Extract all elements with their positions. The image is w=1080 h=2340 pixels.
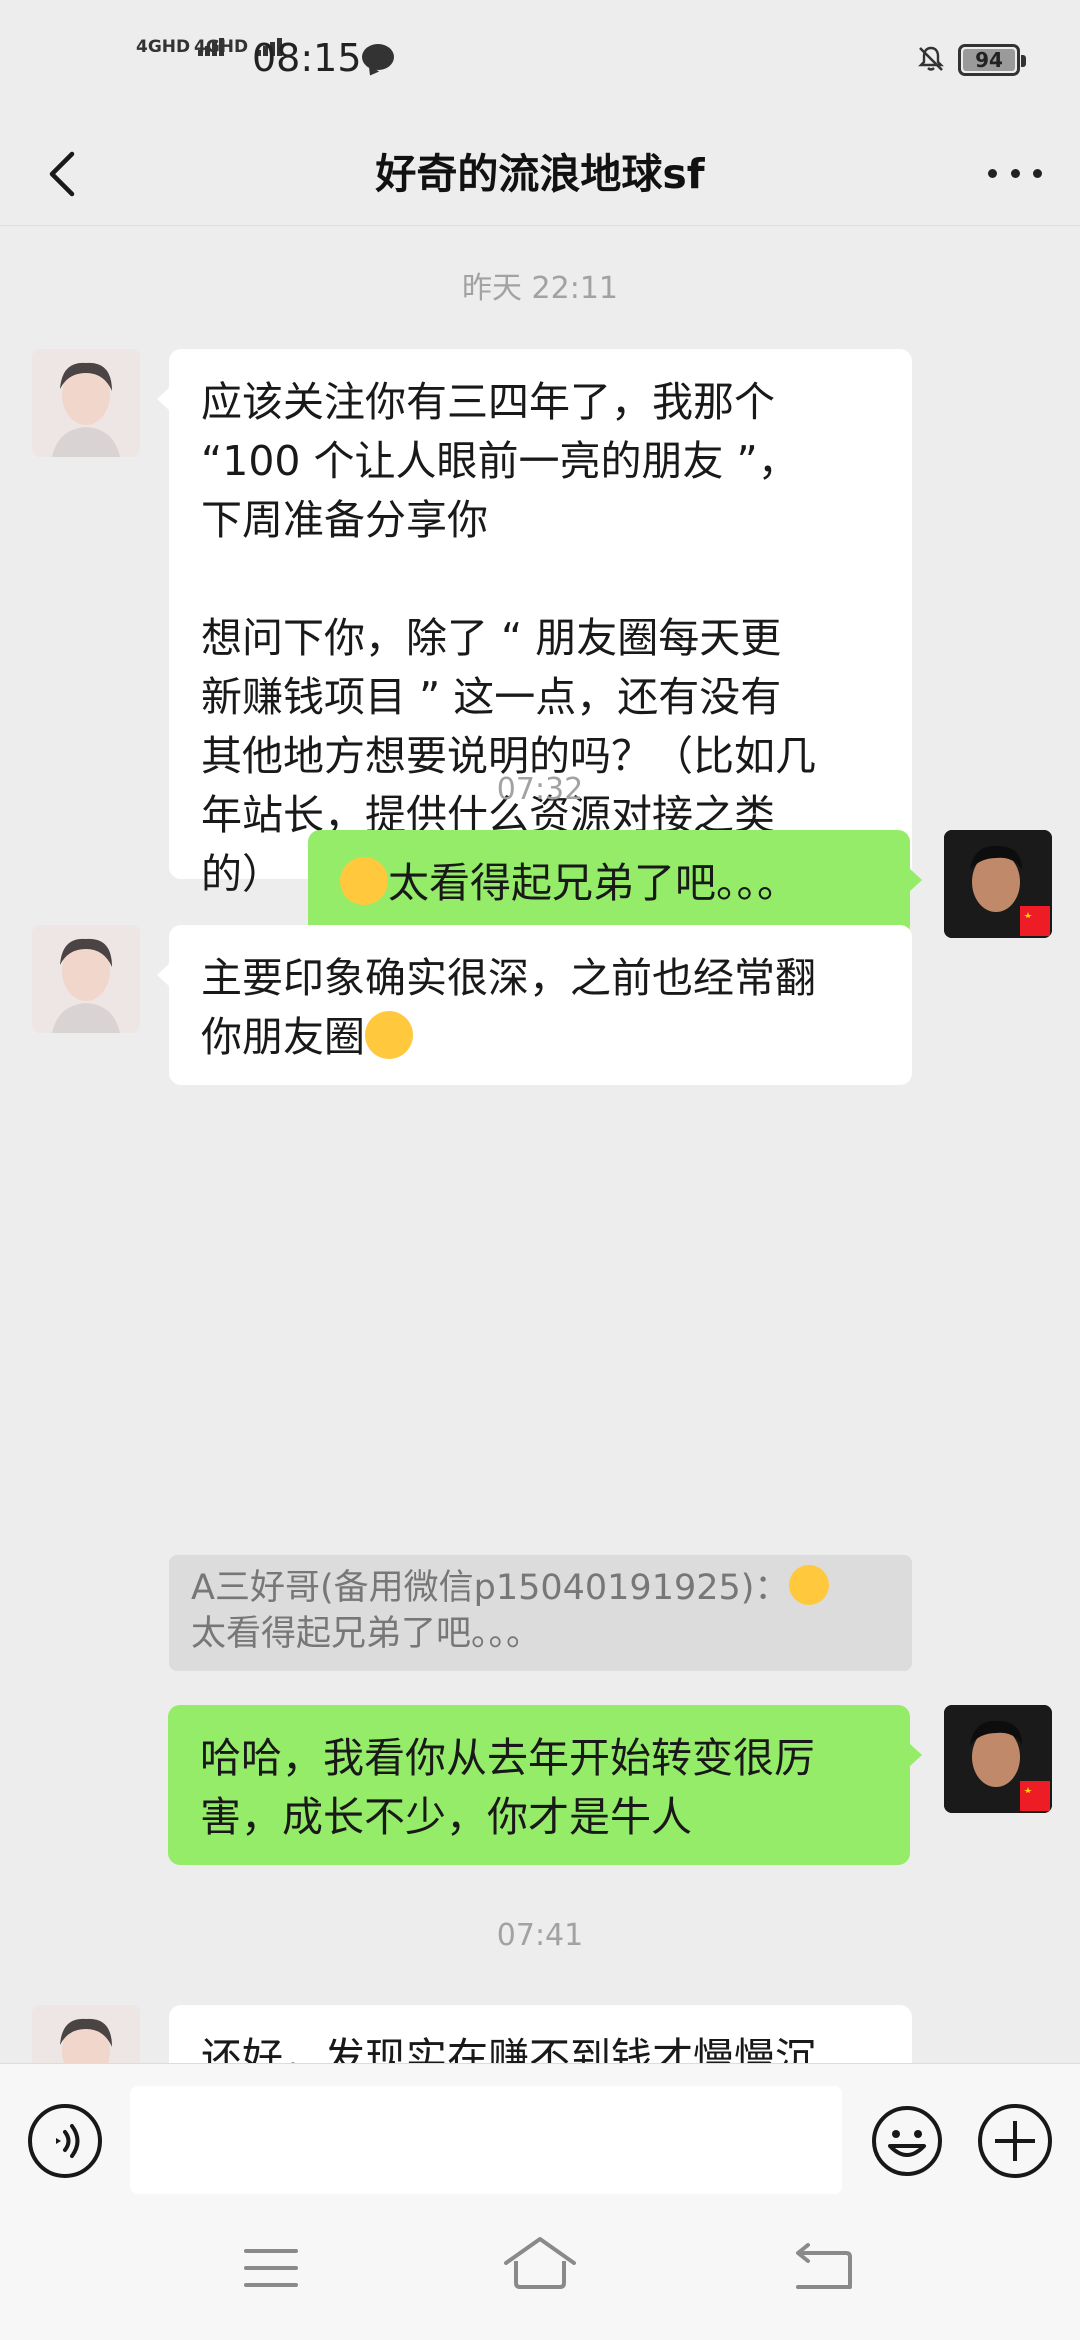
voice-button[interactable] [28,2104,102,2178]
self-avatar-image [944,830,1052,938]
message-incoming[interactable]: 还好，发现实在赚不到钱才慢慢沉 [169,2005,912,2063]
plus-button[interactable] [978,2104,1052,2178]
quote-text: A三好哥(备用微信p15040191925)： [191,1568,790,1608]
battery-icon: 94 [958,44,1026,76]
contact-avatar-image [32,349,140,457]
status-time: 08:15 [252,36,362,80]
system-nav-bar [0,2213,1080,2340]
sweat-smile-emoji-icon [340,857,388,905]
avatar-self[interactable] [944,830,1052,938]
message-incoming[interactable]: 主要印象确实很深，之前也经常翻 你朋友圈 [157,925,912,1085]
back-nav-button[interactable] [790,2241,856,2295]
message-text: 太看得起兄弟了吧。。。 [388,859,798,907]
message-text: 主要印象确实很深，之前也经常翻 [201,954,816,1002]
mute-bell-icon [918,46,944,71]
quoted-message[interactable]: A三好哥(备用微信p15040191925)： 太看得起兄弟了吧。。。 [169,1555,912,1671]
chat-title: 好奇的流浪地球sf [375,150,705,198]
voice-icon [56,2124,80,2158]
avatar-self[interactable] [944,1705,1052,1813]
sim2-label: 4GHD [194,37,249,57]
input-bar [0,2063,1080,2213]
emoji-button[interactable] [870,2104,944,2178]
joy-emoji-icon [365,1011,413,1059]
avatar-contact[interactable] [32,925,140,1033]
more-button[interactable] [980,146,1050,200]
message-outgoing[interactable]: 太看得起兄弟了吧。。。 [308,830,922,937]
menu-nav-button[interactable] [240,2243,302,2293]
message-text: 你朋友圈 [201,1013,365,1061]
avatar-contact[interactable] [32,2005,140,2063]
timestamp: 07:41 [496,1918,584,1953]
self-avatar-image [944,1705,1052,1813]
status-bar: 4GHD 4GHD 08:15 94 [0,0,1080,120]
sweat-smile-emoji-icon [789,1565,830,1605]
chat-header: 好奇的流浪地球sf [0,120,1080,226]
contact-avatar-image [32,925,140,1033]
sim1-label: 4GHD [136,37,191,57]
battery-level: 94 [975,48,1003,72]
timestamp: 07:32 [496,772,584,807]
more-icon [988,168,997,178]
avatar-contact[interactable] [32,349,140,457]
message-input[interactable] [130,2086,842,2194]
timestamp: 昨天 22:11 [462,271,618,306]
home-nav-button[interactable] [502,2233,578,2297]
message-outgoing[interactable]: 哈哈，我看你从去年开始转变很厉 害，成长不少，你才是牛人 [168,1705,922,1865]
contact-avatar-image [32,2005,140,2063]
quote-text: 太看得起兄弟了吧。。。 [191,1614,542,1654]
message-notification-icon [362,44,394,70]
